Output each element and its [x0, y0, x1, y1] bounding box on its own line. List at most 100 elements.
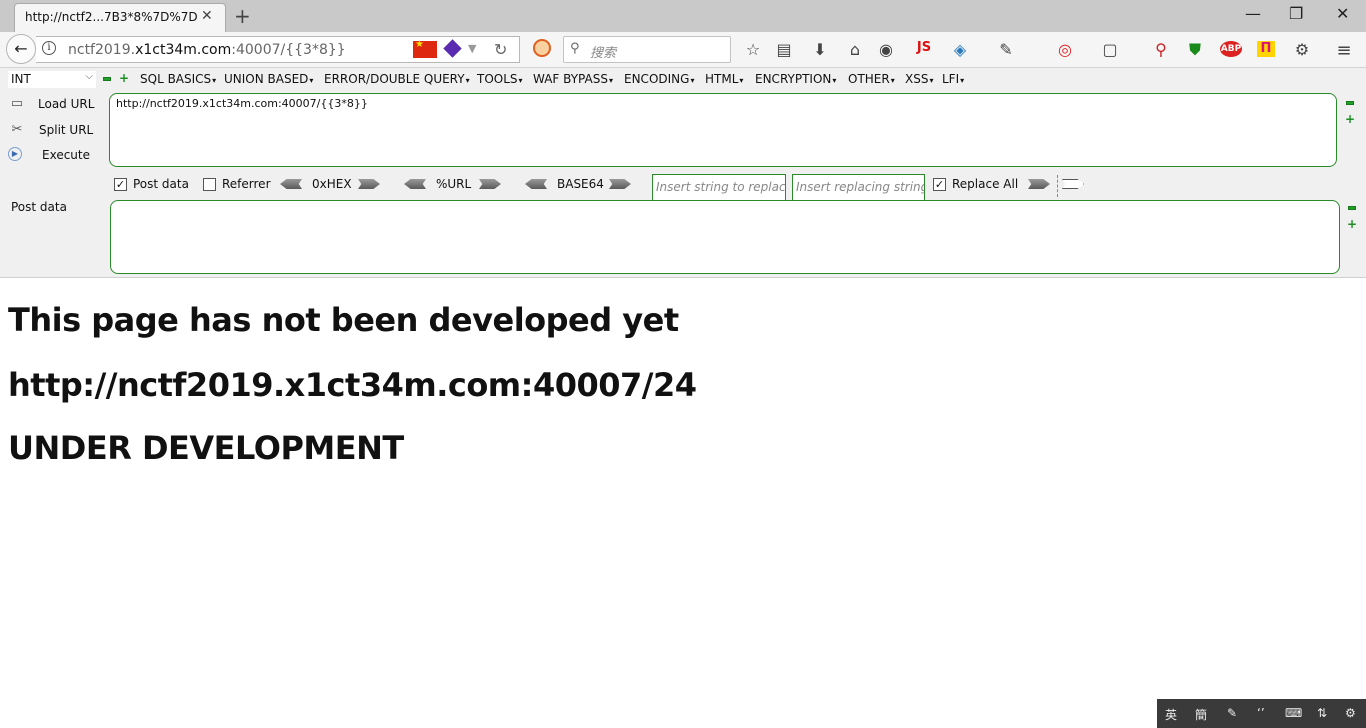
- replace-reverse-arrow-icon[interactable]: [1062, 179, 1084, 189]
- url-decode-arrow-icon[interactable]: [404, 179, 426, 189]
- back-button[interactable]: ←: [6, 34, 36, 64]
- replacing-string-input[interactable]: Insert replacing string: [792, 174, 925, 201]
- type-select[interactable]: INT ⌵: [8, 71, 96, 88]
- referrer-checkbox-label: Referrer: [222, 177, 271, 191]
- url-host: x1ct34m.com: [135, 42, 232, 58]
- translate-icon[interactable]: ◈: [950, 40, 970, 59]
- replace-all-label: Replace All: [952, 177, 1019, 191]
- replace-arrow-icon[interactable]: [1028, 179, 1050, 189]
- menu-icon[interactable]: ≡: [1334, 40, 1354, 61]
- shrink-icon[interactable]: [103, 77, 111, 81]
- menu-encryption[interactable]: ENCRYPTION: [755, 72, 836, 86]
- base64-decode-arrow-icon[interactable]: [525, 179, 547, 189]
- hackbar-panel: INT ⌵ + SQL BASICS UNION BASED ERROR/DOU…: [0, 68, 1366, 278]
- menu-lfi[interactable]: LFI: [942, 72, 964, 86]
- ime-keyboard-icon[interactable]: ⌨: [1285, 706, 1302, 720]
- devices-icon[interactable]: ▢: [1100, 40, 1120, 59]
- url-rest: :40007/{{3*8}}: [231, 42, 346, 58]
- abp-icon[interactable]: ABP: [1220, 41, 1242, 57]
- tab-close-icon[interactable]: ✕: [201, 8, 213, 24]
- post-data-textarea[interactable]: [110, 200, 1340, 274]
- execute-icon: ▶: [8, 147, 22, 161]
- chevron-down-icon[interactable]: ▼: [468, 42, 476, 55]
- menu-waf-bypass[interactable]: WAF BYPASS: [533, 72, 613, 86]
- post-data-checkbox-label: Post data: [133, 177, 189, 191]
- url-encode-arrow-icon[interactable]: [479, 179, 501, 189]
- post-shrink-icon[interactable]: [1348, 206, 1356, 210]
- ime-toolbar: 英 簡 ✎ ‘’ ⌨ ⇅ ⚙: [1157, 699, 1366, 728]
- page-heading-not-developed: This page has not been developed yet: [8, 301, 679, 339]
- search-placeholder: 搜索: [590, 46, 617, 61]
- ime-tools-icon[interactable]: ⇅: [1317, 706, 1327, 720]
- menu-error-double-query[interactable]: ERROR/DOUBLE QUERY: [324, 72, 470, 86]
- js-icon[interactable]: JS: [914, 40, 934, 55]
- execute-label: Execute: [42, 148, 90, 162]
- page-heading-url: http://nctf2019.x1ct34m.com:40007/24: [8, 366, 697, 404]
- reading-list-icon[interactable]: ▤: [774, 40, 794, 59]
- menu-sql-basics[interactable]: SQL BASICS: [140, 72, 216, 86]
- menu-union-based[interactable]: UNION BASED: [224, 72, 313, 86]
- hackbar-url-textarea[interactable]: http://nctf2019.x1ct34m.com:40007/{{3*8}…: [109, 93, 1337, 167]
- reload-icon[interactable]: ↻: [494, 40, 507, 59]
- post-grow-icon[interactable]: +: [1347, 218, 1357, 230]
- china-flag-icon[interactable]: [413, 39, 437, 58]
- hex-encode-arrow-icon[interactable]: [358, 179, 380, 189]
- screenshot-icon[interactable]: ◎: [1055, 40, 1075, 59]
- menu-xss[interactable]: XSS: [905, 72, 933, 86]
- tab-title: http://nctf2...7B3*8%7D%7D: [25, 10, 198, 24]
- globe-icon[interactable]: ◉: [876, 40, 896, 59]
- hackbar-options-row: ✓ Post data Referrer 0xHEX %URL BASE64 I…: [0, 172, 1366, 201]
- ime-script-toggle[interactable]: 簡: [1195, 706, 1207, 723]
- hex-decode-arrow-icon[interactable]: [280, 179, 302, 189]
- info-icon[interactable]: i: [42, 41, 56, 55]
- diamond-extension-icon[interactable]: [443, 39, 462, 58]
- ime-language-toggle[interactable]: 英: [1165, 706, 1177, 723]
- divider: [1057, 175, 1058, 197]
- star-icon[interactable]: ☆: [743, 40, 763, 59]
- new-tab-button[interactable]: +: [234, 4, 251, 28]
- url-bar[interactable]: i nctf2019.x1ct34m.com:40007/{{3*8}} ▼ ↻: [36, 36, 520, 63]
- url-enc-label: %URL: [436, 177, 472, 191]
- back-arrow-icon: ←: [14, 39, 28, 58]
- load-url-icon: ▭: [10, 96, 24, 111]
- download-icon[interactable]: ⬇: [810, 40, 830, 59]
- url-shrink-icon[interactable]: [1346, 101, 1354, 105]
- page-heading-under-development: UNDER DEVELOPMENT: [8, 429, 404, 467]
- search-input[interactable]: ⚲ 搜索: [563, 36, 731, 63]
- close-window-button[interactable]: ✕: [1336, 4, 1349, 23]
- referrer-checkbox[interactable]: [203, 178, 216, 191]
- post-data-label: Post data: [11, 200, 67, 214]
- pi-icon[interactable]: П: [1257, 41, 1275, 57]
- url-grow-icon[interactable]: +: [1345, 113, 1355, 125]
- base64-label: BASE64: [557, 177, 604, 191]
- ime-brush-icon[interactable]: ✎: [1227, 706, 1237, 720]
- zoom-icon[interactable]: ⚲: [1151, 40, 1171, 59]
- blocked-icon[interactable]: [533, 39, 551, 57]
- palette-icon[interactable]: ✎: [996, 40, 1016, 59]
- minimize-button[interactable]: —: [1245, 4, 1261, 23]
- post-data-checkbox[interactable]: ✓: [114, 178, 127, 191]
- split-url-icon: ✂: [11, 122, 23, 137]
- url-text[interactable]: nctf2019.x1ct34m.com:40007/{{3*8}}: [68, 42, 346, 58]
- menu-other[interactable]: OTHER: [848, 72, 895, 86]
- home-icon[interactable]: ⌂: [845, 40, 865, 59]
- hackbar-menu: INT ⌵ + SQL BASICS UNION BASED ERROR/DOU…: [0, 68, 1366, 90]
- tab-active[interactable]: http://nctf2...7B3*8%7D%7D ✕: [14, 3, 226, 32]
- split-url-label: Split URL: [39, 123, 94, 137]
- shield-icon[interactable]: ⛊: [1185, 40, 1205, 60]
- replace-all-checkbox[interactable]: ✓: [933, 178, 946, 191]
- tab-strip: http://nctf2...7B3*8%7D%7D ✕ + — ❐ ✕: [0, 0, 1366, 32]
- ime-settings-icon[interactable]: ⚙: [1345, 706, 1356, 720]
- base64-encode-arrow-icon[interactable]: [609, 179, 631, 189]
- replace-string-input[interactable]: Insert string to replace: [652, 174, 786, 201]
- type-select-value: INT: [11, 72, 31, 86]
- chevron-down-icon: ⌵: [85, 71, 93, 82]
- menu-tools[interactable]: TOOLS: [477, 72, 523, 86]
- restore-button[interactable]: ❐: [1289, 4, 1303, 23]
- menu-encoding[interactable]: ENCODING: [624, 72, 694, 86]
- url-prefix: nctf2019.: [68, 42, 136, 58]
- grow-icon[interactable]: +: [119, 72, 129, 84]
- ime-punctuation-icon[interactable]: ‘’: [1257, 706, 1265, 720]
- menu-html[interactable]: HTML: [705, 72, 743, 86]
- settings-gear-icon[interactable]: ⚙: [1292, 40, 1312, 59]
